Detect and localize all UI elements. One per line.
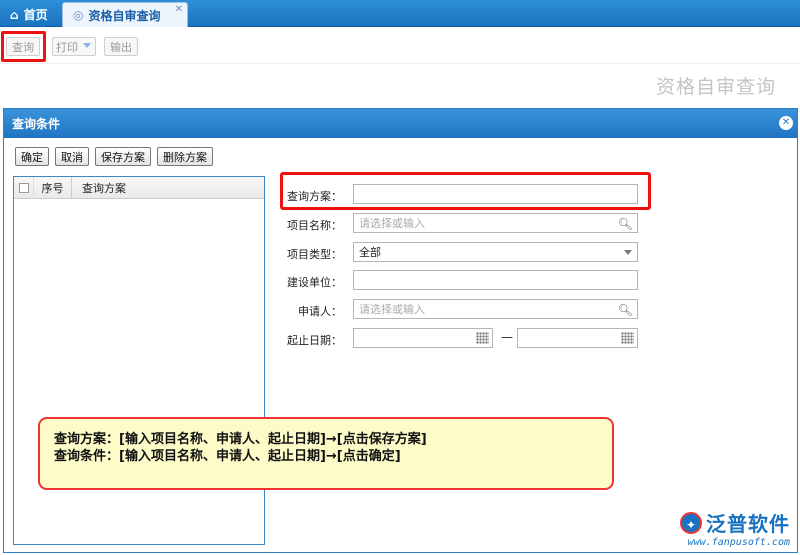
confirm-button[interactable]: 确定 bbox=[15, 147, 49, 166]
print-button-label: 打印 bbox=[56, 40, 78, 54]
checkbox-box bbox=[18, 182, 29, 193]
select-all-checkbox[interactable] bbox=[14, 176, 34, 199]
home-icon: ⌂ bbox=[10, 7, 19, 22]
end-date-input[interactable] bbox=[517, 328, 638, 348]
tab-home[interactable]: ⌂ 首页 bbox=[0, 2, 62, 27]
close-icon[interactable]: ✕ bbox=[175, 4, 183, 15]
toolbar: 查询 打印 输出 bbox=[0, 28, 800, 64]
build-unit-input[interactable] bbox=[353, 270, 638, 290]
page-title: 资格自审查询 bbox=[655, 76, 776, 98]
tab-qualification-query[interactable]: ◎ 资格自审查询 ✕ bbox=[62, 2, 188, 27]
project-type-label: 项目类型： bbox=[287, 248, 342, 261]
highlight-box-plan-field bbox=[280, 172, 651, 210]
project-type-value: 全部 bbox=[359, 246, 381, 259]
callout-line-1: 查询方案：[输入项目名称、申请人、起止日期]→[点击保存方案] bbox=[54, 432, 427, 447]
tab-qualification-query-label: 资格自审查询 bbox=[88, 8, 161, 23]
dialog-title: 查询条件 bbox=[12, 117, 61, 131]
export-button[interactable]: 输出 bbox=[104, 37, 138, 56]
logo-row: ✦ 泛普软件 bbox=[680, 508, 790, 537]
dialog-header: 查询条件 ✕ bbox=[4, 109, 797, 138]
dialog-button-bar: 确定 取消 保存方案 删除方案 bbox=[15, 147, 213, 166]
build-unit-label: 建设单位： bbox=[287, 276, 342, 289]
print-button[interactable]: 打印 bbox=[52, 37, 96, 56]
logo-name: 泛普软件 bbox=[706, 512, 790, 536]
chevron-down-icon[interactable] bbox=[83, 43, 91, 48]
search-icon[interactable]: 🔍︎ bbox=[618, 303, 633, 317]
project-type-select[interactable]: 全部 bbox=[353, 242, 638, 262]
cancel-button[interactable]: 取消 bbox=[55, 147, 89, 166]
column-header-no[interactable]: 序号 bbox=[34, 176, 72, 199]
date-separator: — bbox=[501, 330, 513, 344]
applicant-field[interactable]: 请选择或输入 🔍︎ bbox=[353, 299, 638, 319]
date-range-label: 起止日期： bbox=[287, 334, 342, 347]
start-date-input[interactable] bbox=[353, 328, 493, 348]
column-header-plan[interactable]: 查询方案 bbox=[72, 180, 126, 196]
close-icon[interactable]: ✕ bbox=[779, 116, 793, 130]
project-name-field[interactable]: 请选择或输入 🔍︎ bbox=[353, 213, 638, 233]
tab-bar: ⌂ 首页 ◎ 资格自审查询 ✕ bbox=[0, 0, 800, 27]
calendar-icon[interactable] bbox=[621, 332, 634, 344]
applicant-label: 申请人： bbox=[298, 305, 342, 318]
logo-url: www.fanpusoft.com bbox=[687, 537, 790, 548]
grid-header: 序号 查询方案 bbox=[14, 176, 264, 199]
calendar-icon[interactable] bbox=[476, 332, 489, 344]
save-plan-button[interactable]: 保存方案 bbox=[95, 147, 151, 166]
callout-line-2: 查询条件：[输入项目名称、申请人、起止日期]→[点击确定] bbox=[54, 449, 401, 464]
delete-plan-button[interactable]: 删除方案 bbox=[157, 147, 213, 166]
project-name-placeholder: 请选择或输入 bbox=[359, 217, 425, 230]
instruction-callout: 查询方案：[输入项目名称、申请人、起止日期]→[点击保存方案] 查询条件：[输入… bbox=[38, 417, 614, 490]
logo-mark-icon: ✦ bbox=[680, 511, 702, 534]
brand-logo: ✦ 泛普软件 www.fanpusoft.com bbox=[680, 508, 790, 548]
page-icon: ◎ bbox=[73, 8, 84, 22]
highlight-box-query-button bbox=[1, 31, 46, 62]
search-icon[interactable]: 🔍︎ bbox=[618, 217, 633, 231]
chevron-down-icon[interactable] bbox=[624, 250, 632, 255]
applicant-placeholder: 请选择或输入 bbox=[359, 303, 425, 316]
tab-home-label: 首页 bbox=[23, 8, 48, 22]
project-name-label: 项目名称： bbox=[287, 219, 342, 232]
